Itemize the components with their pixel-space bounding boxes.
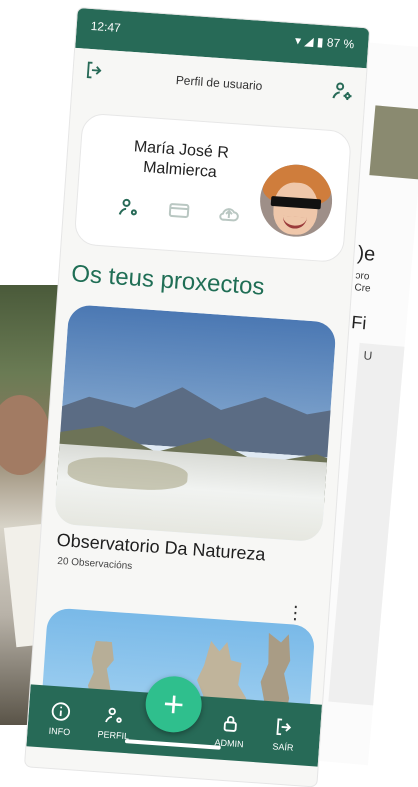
background-heading-fragment: )e — [356, 242, 377, 266]
phone-screen: 12:47 ▾ ◢ ▮ 87 % Perfil de usuario María… — [24, 8, 370, 787]
wifi-icon: ▾ — [294, 33, 302, 48]
avatar[interactable] — [257, 162, 335, 240]
profile-actions — [116, 194, 241, 227]
wallet-icon[interactable] — [166, 198, 192, 224]
page-title: Perfil de usuario — [175, 73, 263, 94]
status-time: 12:47 — [90, 18, 122, 36]
profile-name: María José R Malmierca — [109, 136, 251, 186]
background-panel-fragment: U — [363, 348, 373, 363]
signal-icon: ◢ — [303, 33, 315, 49]
nav-info[interactable]: INFO — [35, 699, 85, 738]
info-icon — [49, 700, 72, 723]
project-observation-count: 20 Observacións — [56, 555, 133, 573]
nav-perfil[interactable]: PERFIL — [89, 703, 139, 742]
project-card-image[interactable] — [53, 304, 337, 543]
nav-admin[interactable]: ADMIN — [205, 711, 255, 750]
status-icons: ▾ ◢ ▮ 87 % — [295, 33, 355, 51]
background-line1-fragment: ɔro — [355, 270, 370, 283]
section-title: Os teus proxectos — [70, 260, 266, 301]
cloud-upload-icon[interactable] — [216, 201, 242, 227]
user-settings-icon — [103, 704, 126, 727]
user-settings-icon[interactable] — [330, 78, 356, 104]
more-options-icon[interactable]: ⋮ — [286, 602, 305, 624]
background-section-fragment: Fi — [350, 312, 368, 334]
logout-icon — [273, 715, 296, 738]
background-line2-fragment: Cre — [353, 282, 372, 295]
user-settings-icon[interactable] — [116, 194, 142, 220]
project-image-snowfield — [53, 443, 327, 543]
plus-icon: + — [161, 682, 186, 726]
background-person-head — [0, 395, 50, 475]
nav-sair-label: SAÍR — [272, 741, 294, 753]
battery-icon: ▮ — [316, 34, 324, 50]
nav-sair[interactable]: SAÍR — [259, 714, 309, 753]
background-screen-image — [369, 105, 418, 181]
profile-card: María José R Malmierca — [73, 112, 353, 264]
lock-icon — [219, 712, 242, 735]
nav-info-label: INFO — [48, 725, 71, 738]
battery-level: 87 % — [326, 35, 355, 52]
